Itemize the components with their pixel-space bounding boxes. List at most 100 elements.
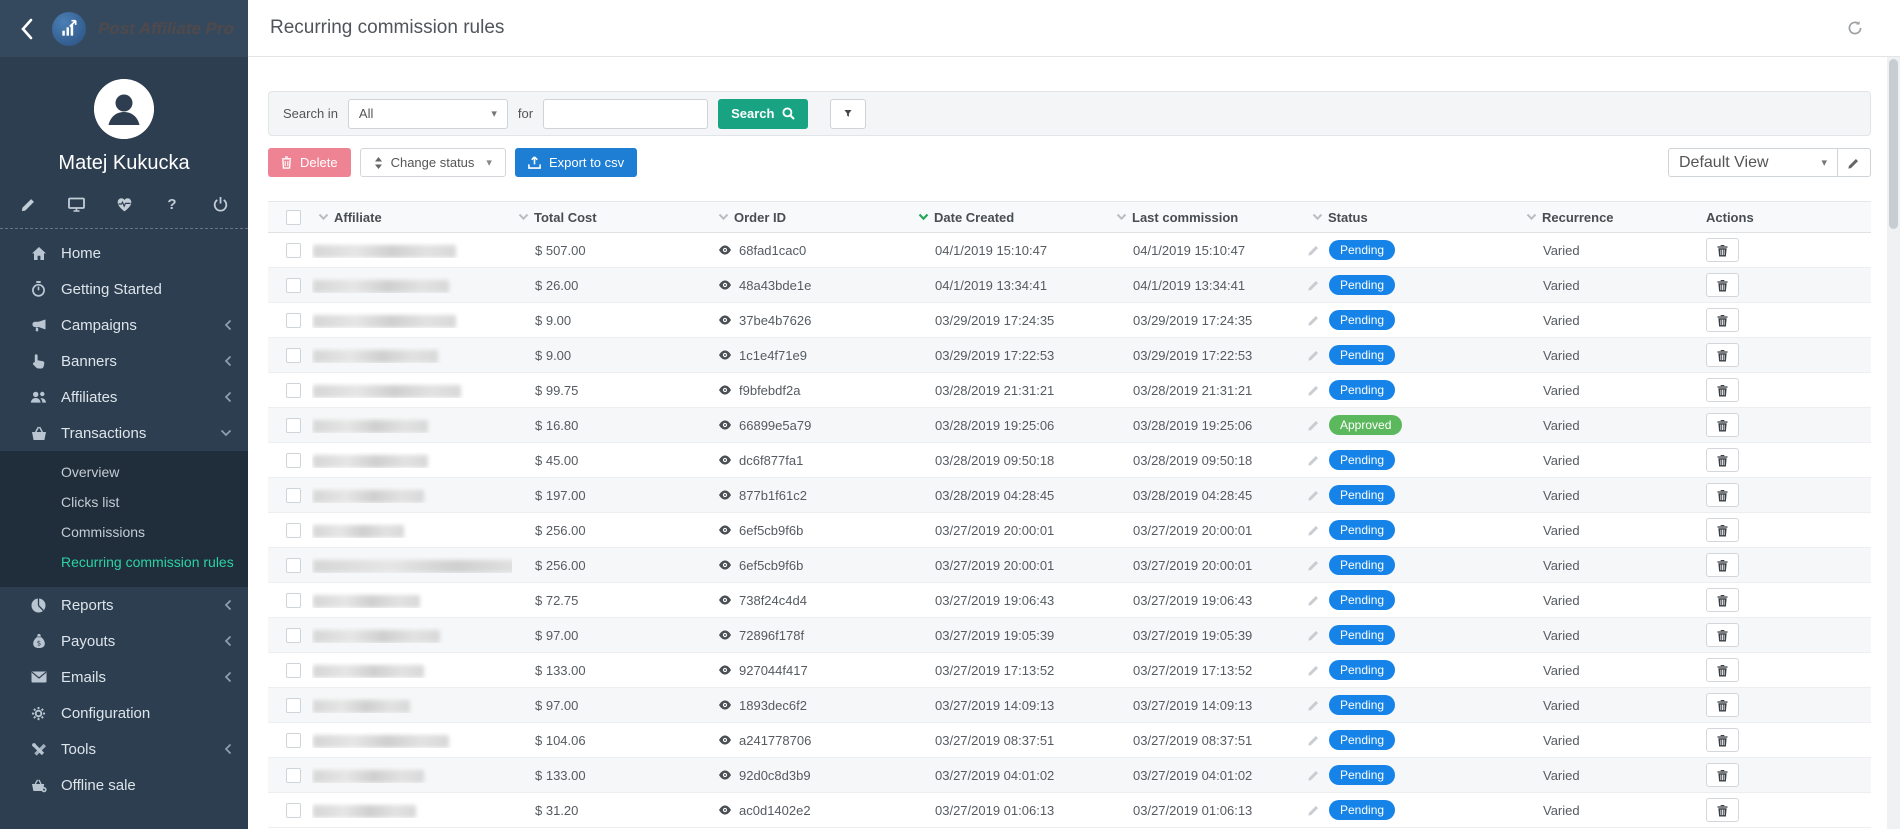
- sidebar-item-campaigns[interactable]: Campaigns: [0, 307, 248, 343]
- delete-row-button[interactable]: [1706, 413, 1739, 437]
- edit-status-icon[interactable]: [1308, 314, 1320, 326]
- sidebar-item-tools[interactable]: Tools: [0, 731, 248, 767]
- delete-row-button[interactable]: [1706, 623, 1739, 647]
- delete-row-button[interactable]: [1706, 448, 1739, 472]
- delete-row-button[interactable]: [1706, 658, 1739, 682]
- filter-button[interactable]: [830, 99, 866, 129]
- column-header-date-created[interactable]: Date Created: [912, 210, 1110, 225]
- edit-status-icon[interactable]: [1308, 454, 1320, 466]
- eye-icon[interactable]: [718, 665, 732, 675]
- edit-status-icon[interactable]: [1308, 699, 1320, 711]
- submenu-item-recurring-commission-rules[interactable]: Recurring commission rules: [0, 547, 248, 577]
- edit-profile-icon[interactable]: [19, 195, 37, 213]
- eye-icon[interactable]: [718, 630, 732, 640]
- column-header-order-id[interactable]: Order ID: [712, 210, 912, 225]
- scrollbar-thumb[interactable]: [1889, 59, 1898, 229]
- edit-status-icon[interactable]: [1308, 279, 1320, 291]
- row-checkbox[interactable]: [286, 803, 301, 818]
- column-header-recurrence[interactable]: Recurrence: [1520, 210, 1698, 225]
- row-checkbox[interactable]: [286, 593, 301, 608]
- select-all-checkbox[interactable]: [286, 210, 301, 225]
- delete-row-button[interactable]: [1706, 378, 1739, 402]
- row-checkbox[interactable]: [286, 453, 301, 468]
- delete-row-button[interactable]: [1706, 763, 1739, 787]
- sidebar-item-offline-sale[interactable]: Offline sale: [0, 767, 248, 803]
- eye-icon[interactable]: [718, 805, 732, 815]
- eye-icon[interactable]: [718, 385, 732, 395]
- row-checkbox[interactable]: [286, 348, 301, 363]
- logout-icon[interactable]: [211, 195, 229, 213]
- column-header-status[interactable]: Status: [1306, 210, 1520, 225]
- edit-status-icon[interactable]: [1308, 734, 1320, 746]
- search-input[interactable]: [543, 99, 708, 129]
- edit-status-icon[interactable]: [1308, 419, 1320, 431]
- scrollbar-track[interactable]: [1887, 57, 1900, 829]
- eye-icon[interactable]: [718, 735, 732, 745]
- help-icon[interactable]: ?: [163, 195, 181, 213]
- delete-row-button[interactable]: [1706, 693, 1739, 717]
- delete-button[interactable]: Delete: [268, 148, 351, 177]
- sidebar-item-affiliates[interactable]: Affiliates: [0, 379, 248, 415]
- search-scope-select[interactable]: All ▾: [348, 99, 508, 129]
- submenu-item-clicks-list[interactable]: Clicks list: [0, 487, 248, 517]
- user-avatar[interactable]: [94, 79, 154, 139]
- edit-status-icon[interactable]: [1308, 559, 1320, 571]
- delete-row-button[interactable]: [1706, 308, 1739, 332]
- delete-row-button[interactable]: [1706, 798, 1739, 822]
- refresh-icon[interactable]: [1847, 20, 1863, 36]
- eye-icon[interactable]: [718, 420, 732, 430]
- edit-status-icon[interactable]: [1308, 664, 1320, 676]
- desktop-icon[interactable]: [67, 195, 85, 213]
- export-csv-button[interactable]: Export to csv: [515, 148, 637, 177]
- edit-status-icon[interactable]: [1308, 804, 1320, 816]
- delete-row-button[interactable]: [1706, 728, 1739, 752]
- eye-icon[interactable]: [718, 280, 732, 290]
- row-checkbox[interactable]: [286, 768, 301, 783]
- eye-icon[interactable]: [718, 770, 732, 780]
- eye-icon[interactable]: [718, 455, 732, 465]
- delete-row-button[interactable]: [1706, 588, 1739, 612]
- collapse-sidebar-button[interactable]: [14, 16, 40, 42]
- row-checkbox[interactable]: [286, 733, 301, 748]
- eye-icon[interactable]: [718, 525, 732, 535]
- eye-icon[interactable]: [718, 490, 732, 500]
- delete-row-button[interactable]: [1706, 483, 1739, 507]
- edit-status-icon[interactable]: [1308, 489, 1320, 501]
- eye-icon[interactable]: [718, 595, 732, 605]
- edit-status-icon[interactable]: [1308, 769, 1320, 781]
- delete-row-button[interactable]: [1706, 238, 1739, 262]
- eye-icon[interactable]: [718, 560, 732, 570]
- submenu-item-overview[interactable]: Overview: [0, 457, 248, 487]
- sidebar-item-home[interactable]: Home: [0, 235, 248, 271]
- edit-status-icon[interactable]: [1308, 629, 1320, 641]
- delete-row-button[interactable]: [1706, 343, 1739, 367]
- edit-status-icon[interactable]: [1308, 349, 1320, 361]
- column-header-affiliate[interactable]: Affiliate: [312, 210, 512, 225]
- edit-status-icon[interactable]: [1308, 384, 1320, 396]
- row-checkbox[interactable]: [286, 628, 301, 643]
- sidebar-item-emails[interactable]: Emails: [0, 659, 248, 695]
- sidebar-item-transactions[interactable]: Transactions: [0, 415, 248, 451]
- column-header-last-commission[interactable]: Last commission: [1110, 210, 1306, 225]
- row-checkbox[interactable]: [286, 313, 301, 328]
- delete-row-button[interactable]: [1706, 273, 1739, 297]
- edit-status-icon[interactable]: [1308, 244, 1320, 256]
- eye-icon[interactable]: [718, 700, 732, 710]
- row-checkbox[interactable]: [286, 383, 301, 398]
- row-checkbox[interactable]: [286, 523, 301, 538]
- search-button[interactable]: Search: [718, 99, 808, 129]
- sidebar-item-banners[interactable]: Banners: [0, 343, 248, 379]
- sidebar-item-reports[interactable]: Reports: [0, 587, 248, 623]
- sidebar-item-getting-started[interactable]: Getting Started: [0, 271, 248, 307]
- row-checkbox[interactable]: [286, 243, 301, 258]
- eye-icon[interactable]: [718, 245, 732, 255]
- sidebar-item-configuration[interactable]: Configuration: [0, 695, 248, 731]
- row-checkbox[interactable]: [286, 418, 301, 433]
- edit-view-button[interactable]: [1838, 148, 1871, 177]
- health-status-icon[interactable]: [115, 195, 133, 213]
- row-checkbox[interactable]: [286, 663, 301, 678]
- view-select[interactable]: Default View ▾: [1668, 148, 1838, 177]
- column-header-total-cost[interactable]: Total Cost: [512, 210, 712, 225]
- eye-icon[interactable]: [718, 350, 732, 360]
- row-checkbox[interactable]: [286, 488, 301, 503]
